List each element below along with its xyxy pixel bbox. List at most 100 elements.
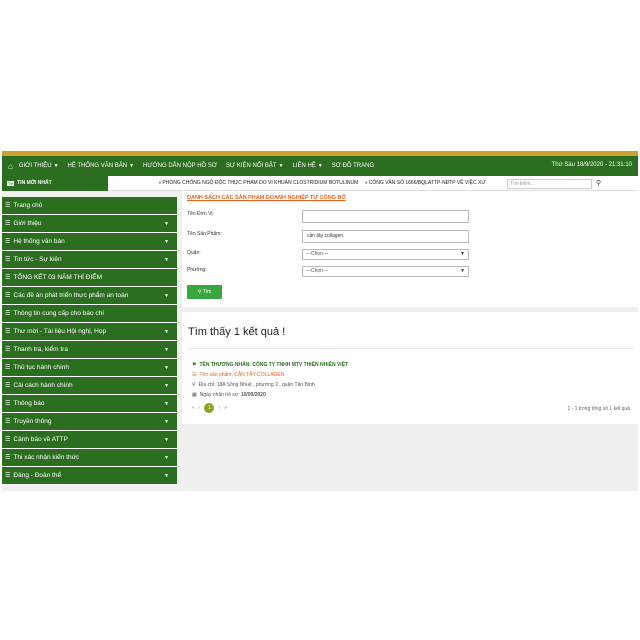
result-company-text: TÊN THƯƠNG NHÂN: CÔNG TY TNHH MTV THIÊN …	[199, 362, 349, 368]
ticker-item-text: PHÒNG CHỐNG NGỘ ĐỘC THỰC PHẨM DO VI KHUẨ…	[162, 180, 359, 186]
nav-label: HỆ THỐNG VĂN BẢN	[67, 163, 128, 169]
nav-huong-dan-nop-ho-so[interactable]: HƯỚNG DẪN NỘP HỒ SƠ	[143, 163, 217, 169]
product-name-input[interactable]: cần tây collagen	[302, 230, 469, 243]
sidebar-item-trang-chu[interactable]: ☰ Trang chủ	[2, 197, 177, 215]
unit-name-input[interactable]	[302, 210, 469, 223]
list-icon: ☰	[5, 365, 11, 371]
news-ticker: TV TIN MỚI NHẤT ◑ PHÒNG CHỐNG NGỘ ĐỘC THỰ…	[2, 175, 638, 191]
caret-down-icon: ▼	[129, 163, 135, 169]
page-current[interactable]: 1	[204, 403, 215, 413]
sidebar-item-label: Hệ thống văn bản	[13, 238, 65, 245]
list-icon: ☰	[5, 455, 11, 461]
ticker-label-text: TIN MỚI NHẤT	[17, 180, 52, 186]
divider	[188, 348, 634, 349]
sidebar-item-truyen-thong[interactable]: ☰ Truyền thông ▼	[2, 413, 177, 431]
search-icon: ⚲	[197, 289, 202, 295]
ticker-item-1[interactable]: ◑ PHÒNG CHỐNG NGỘ ĐỘC THỰC PHẨM DO VI KH…	[158, 180, 358, 186]
sidebar-item-label: Cảnh báo về ATTP	[13, 436, 68, 443]
district-select[interactable]: ---Chọn--- ▼	[302, 249, 469, 260]
nav-gioi-thieu[interactable]: GIỚI THIỆU ▼	[19, 163, 59, 169]
company-icon: ⚑	[192, 362, 197, 368]
last-page-icon[interactable]: »	[224, 405, 227, 411]
list-icon: ☰	[5, 221, 11, 227]
website: ⌂ GIỚI THIỆU ▼ HỆ THỐNG VĂN BẢN ▼ HƯỚNG DẪ…	[2, 151, 638, 491]
caret-down-icon: ▼	[53, 163, 59, 169]
sidebar-item-label: Các đề án phát triển thực phẩm an toàn	[13, 292, 129, 299]
caret-down-icon: ▼	[278, 163, 284, 169]
screenshot-canvas: ⌂ GIỚI THIỆU ▼ HỆ THỐNG VĂN BẢN ▼ HƯỚNG DẪ…	[0, 0, 640, 640]
nav-lien-he[interactable]: LIÊN HỆ ▼	[292, 163, 322, 169]
product-label: Tên Sản Phẩm:	[187, 231, 222, 237]
sidebar-item-canh-bao[interactable]: ☰ Cảnh báo về ATTP ▼	[2, 431, 177, 449]
caret-down-icon: ▼	[164, 346, 169, 353]
sidebar-menu: ☰ Trang chủ ☰ Giới thiệu ▼ ☰ Hệ thống văn bả…	[2, 197, 177, 485]
result-company[interactable]: ⚑ TÊN THƯƠNG NHÂN: CÔNG TY TNHH MTV THIÊN…	[192, 362, 348, 368]
unit-label: Tên Đơn Vị:	[187, 211, 214, 217]
caret-down-icon: ▼	[164, 418, 169, 425]
prev-page-icon[interactable]: ‹	[199, 405, 201, 411]
ward-select-value: ---Chọn---	[306, 268, 328, 274]
sidebar-item-label: Thư mời - Tài liệu Hội nghị, Họp	[13, 328, 107, 335]
site-search-input[interactable]: Tìm kiếm...	[507, 179, 592, 189]
sidebar-item-label: TỔNG KẾT 03 NĂM THÍ ĐIỂM	[13, 274, 102, 281]
nav-label: HƯỚNG DẪN NỘP HỒ SƠ	[143, 163, 218, 169]
sidebar-item-label: Thi xác nhận kiến thức	[13, 454, 80, 461]
sidebar-item-label: Trang chủ	[13, 202, 43, 209]
ward-label: Phường:	[187, 267, 207, 273]
list-icon: ☰	[5, 275, 11, 281]
tv-icon: TV	[7, 180, 15, 186]
sidebar-item-label: Đảng - Đoàn thể	[13, 472, 62, 479]
sidebar-item-label: Thủ tục hành chính	[13, 364, 70, 371]
result-product[interactable]: ☰ Tên sản phẩm: CẦN TÂY COLLAGEN	[192, 372, 284, 378]
caret-down-icon: ▼	[164, 454, 169, 461]
sidebar-item-de-an[interactable]: ☰ Các đề án phát triển thực phẩm an toàn ▼	[2, 287, 177, 305]
caret-down-icon: ▼	[164, 238, 169, 245]
sidebar-item-label: Cải cách hành chính	[13, 382, 73, 389]
ward-select[interactable]: ---Chọn--- ▼	[302, 266, 469, 277]
list-icon: ☰	[192, 372, 197, 378]
sidebar-item-thu-tuc[interactable]: ☰ Thủ tục hành chính ▼	[2, 359, 177, 377]
sidebar-item-label: Thông báo	[13, 400, 45, 407]
ticker-item-2[interactable]: ◑ CÔNG VĂN SỐ 1666/BQLATTP-NĐTP VỀ VIỆC …	[364, 180, 485, 186]
list-icon: ☰	[5, 257, 11, 263]
caret-down-icon: ▼	[164, 364, 169, 371]
home-icon[interactable]: ⌂	[8, 162, 13, 171]
search-button[interactable]: ⚲ Tìm	[187, 285, 222, 299]
search-button-label: Tìm	[202, 289, 212, 295]
first-page-icon[interactable]: «	[192, 405, 195, 411]
calendar-icon: ▦	[192, 392, 197, 398]
sidebar-item-tin-tuc[interactable]: ☰ Tin tức - Sự kiện ▼	[2, 251, 177, 269]
pagination-info: 1 - 1 trong tổng số 1 kết quả	[567, 406, 630, 412]
list-icon: ☰	[5, 383, 11, 389]
nav-label: GIỚI THIỆU	[18, 163, 52, 169]
nav-so-do-trang[interactable]: SƠ ĐỒ TRANG	[332, 163, 374, 169]
list-icon: ☰	[5, 347, 11, 353]
sidebar-item-thong-bao[interactable]: ☰ Thông báo ▼	[2, 395, 177, 413]
nav-label: SỰ KIỆN NỔI BẬT	[226, 163, 277, 169]
sidebar-item-he-thong-van-ban[interactable]: ☰ Hệ thống văn bản ▼	[2, 233, 177, 251]
nav-su-kien-noi-bat[interactable]: SỰ KIỆN NỔI BẬT ▼	[226, 163, 283, 169]
result-address-text: Địa chỉ: 18A Sông Nhuệ , phường 2 , quận…	[198, 382, 315, 388]
caret-down-icon: ▼	[164, 292, 169, 299]
list-icon: ☰	[5, 419, 11, 425]
sidebar-item-thi-xac-nhan[interactable]: ☰ Thi xác nhận kiến thức ▼	[2, 449, 177, 467]
district-select-value: ---Chọn---	[306, 251, 328, 257]
result-address: ⚲ Địa chỉ: 18A Sông Nhuệ , phường 2 , quậ…	[192, 382, 315, 388]
sidebar-item-tong-ket[interactable]: ☰ TỔNG KẾT 03 NĂM THÍ ĐIỂM	[2, 269, 177, 287]
nav-datetime: Thứ Sáu 18/9/2020 - 21:31:10	[551, 162, 632, 168]
list-icon: ☰	[5, 473, 11, 479]
search-icon[interactable]: ⚲	[596, 179, 601, 187]
sidebar-item-thanh-tra[interactable]: ☰ Thanh tra, kiểm tra ▼	[2, 341, 177, 359]
list-icon: ☰	[5, 437, 11, 443]
next-page-icon[interactable]: ›	[218, 405, 220, 411]
map-marker-icon: ⚲	[192, 382, 196, 388]
page-title[interactable]: DANH SÁCH CÁC SẢN PHẨM DOANH NGHIỆP TỰ C…	[187, 195, 346, 201]
sidebar-item-label: Giới thiệu	[13, 220, 42, 227]
sidebar-item-gioi-thieu[interactable]: ☰ Giới thiệu ▼	[2, 215, 177, 233]
sidebar-item-cai-cach[interactable]: ☰ Cải cách hành chính ▼	[2, 377, 177, 395]
sidebar-item-label: Tin tức - Sự kiện	[13, 256, 62, 263]
sidebar-item-bao-chi[interactable]: ☰ Thông tin cung cấp cho báo chí	[2, 305, 177, 323]
sidebar-item-dang-doan-the[interactable]: ☰ Đảng - Đoàn thể ▼	[2, 467, 177, 485]
nav-he-thong-van-ban[interactable]: HỆ THỐNG VĂN BẢN ▼	[68, 163, 135, 169]
sidebar-item-thu-moi[interactable]: ☰ Thư mời - Tài liệu Hội nghị, Họp ▼	[2, 323, 177, 341]
